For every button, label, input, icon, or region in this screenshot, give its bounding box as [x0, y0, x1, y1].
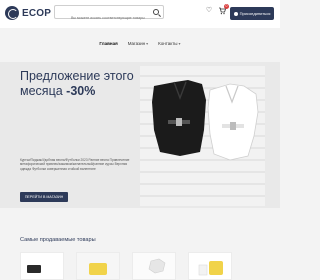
nav-item-home[interactable]: Главная: [99, 41, 117, 46]
top-header: ECOP ♡ 0 Присоединиться: [0, 0, 280, 28]
hero-title-line2: месяца -30%: [20, 84, 95, 99]
go-to-shop-button[interactable]: ПЕРЕЙТИ В МАГАЗИН: [20, 192, 68, 202]
cart-count-badge: 0: [224, 4, 229, 9]
user-icon: [233, 11, 238, 16]
search-icon: [153, 9, 159, 15]
product-card[interactable]: [76, 252, 120, 280]
nav-item-contacts: Контакты: [158, 40, 178, 46]
product-card[interactable]: [132, 252, 176, 280]
chevron-down-icon: ▾: [178, 40, 181, 46]
hero-discount: -30%: [66, 84, 96, 98]
nav-item-shop: Магазин: [127, 40, 146, 46]
hero-description: Куртки/Пиджак/Удобная весна/Футболки 202…: [20, 158, 130, 171]
brand-name: ECOP: [22, 7, 52, 19]
product-card[interactable]: [20, 252, 64, 280]
heart-icon[interactable]: ♡: [205, 7, 213, 15]
hero-title-prefix: месяца: [20, 84, 67, 98]
nav-item-contacts-wrap[interactable]: Контакты▾: [158, 41, 180, 46]
best-sellers-title: Самые продаваемые товары: [20, 237, 96, 243]
join-button[interactable]: Присоединиться: [230, 7, 274, 20]
search-button[interactable]: [149, 6, 163, 18]
chevron-down-icon: ▾: [146, 40, 149, 46]
hero-title-line1: Предложение этого: [20, 69, 134, 83]
logo[interactable]: ECOP: [5, 6, 51, 20]
nav-item-shop-wrap[interactable]: Магазин▾: [128, 41, 148, 46]
cart-icon[interactable]: 0: [218, 4, 229, 15]
search-input[interactable]: [55, 12, 145, 24]
product-cards: [20, 252, 260, 280]
product-card[interactable]: [188, 252, 232, 280]
hero-product-photo: [140, 66, 265, 206]
search-box: [54, 5, 164, 24]
main-nav: Главная Магазин▾ Контакты▾: [0, 36, 280, 50]
logo-icon: [5, 6, 19, 20]
join-button-label: Присоединиться: [239, 11, 271, 16]
